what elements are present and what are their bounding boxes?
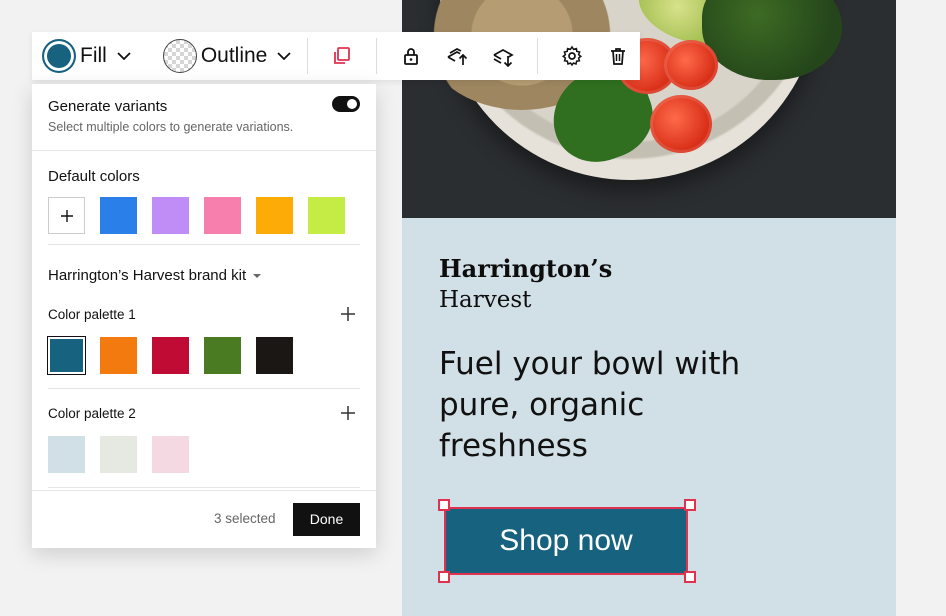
default-color-swatch[interactable] bbox=[204, 197, 241, 234]
plus-icon[interactable] bbox=[338, 304, 358, 324]
plus-icon[interactable] bbox=[338, 403, 358, 423]
generate-variants-title: Generate variants bbox=[48, 98, 168, 115]
palette2-title: Color palette 2 bbox=[48, 406, 136, 421]
duplicate-button[interactable] bbox=[330, 44, 354, 68]
brand-logo-line1: Harrington’s bbox=[439, 254, 613, 283]
palette1-swatch[interactable] bbox=[100, 337, 137, 374]
palette2-swatch[interactable] bbox=[100, 436, 137, 473]
divider bbox=[32, 150, 376, 151]
palette2-row bbox=[48, 436, 189, 473]
lock-button[interactable] bbox=[399, 44, 423, 68]
shop-now-button[interactable]: Shop now bbox=[444, 507, 688, 575]
default-color-swatch[interactable] bbox=[152, 197, 189, 234]
done-button[interactable]: Done bbox=[293, 503, 360, 536]
generate-variants-subtitle: Select multiple colors to generate varia… bbox=[48, 120, 294, 134]
fill-dropdown[interactable]: Fill bbox=[32, 39, 133, 73]
bring-forward-button[interactable] bbox=[445, 44, 469, 68]
palette2-swatch[interactable] bbox=[48, 436, 85, 473]
bring-forward-icon bbox=[447, 48, 468, 65]
brand-kit-title: Harrington’s Harvest brand kit bbox=[48, 267, 247, 284]
divider bbox=[48, 244, 360, 245]
outline-label: Outline bbox=[200, 44, 268, 67]
delete-button[interactable] bbox=[606, 44, 630, 68]
duplicate-icon bbox=[334, 47, 351, 64]
toggle-knob bbox=[347, 99, 357, 109]
brand-logo[interactable]: Harrington’s Harvest bbox=[439, 254, 612, 316]
toolbar-divider bbox=[307, 38, 309, 74]
tomato-image bbox=[664, 40, 718, 90]
send-backward-icon bbox=[493, 49, 515, 67]
panel-footer: 3 selected Done bbox=[32, 490, 376, 548]
palette1-row bbox=[47, 336, 293, 375]
brand-kit-dropdown[interactable]: Harrington’s Harvest brand kit bbox=[48, 267, 262, 284]
resize-handle-top-left[interactable] bbox=[438, 499, 450, 511]
palette1-swatch[interactable] bbox=[152, 337, 189, 374]
toolbar-divider bbox=[376, 38, 378, 74]
generate-variants-toggle[interactable] bbox=[332, 96, 360, 112]
default-color-swatch[interactable] bbox=[256, 197, 293, 234]
divider bbox=[48, 388, 360, 389]
color-picker-panel: Generate variants Select multiple colors… bbox=[32, 84, 376, 548]
outline-dropdown[interactable]: Outline bbox=[133, 39, 294, 73]
divider bbox=[48, 487, 360, 488]
lock-icon bbox=[404, 48, 419, 65]
resize-handle-bottom-left[interactable] bbox=[438, 571, 450, 583]
fill-label: Fill bbox=[80, 44, 107, 67]
default-color-swatch[interactable] bbox=[100, 197, 137, 234]
settings-button[interactable] bbox=[560, 44, 584, 68]
default-colors-row bbox=[48, 197, 345, 234]
element-toolbar: Fill Outline bbox=[32, 32, 640, 80]
caret-down-icon bbox=[253, 273, 262, 278]
chevron-down-icon bbox=[277, 52, 292, 61]
resize-handle-top-right[interactable] bbox=[684, 499, 696, 511]
outline-color-swatch[interactable] bbox=[162, 39, 197, 73]
palette1-swatch[interactable] bbox=[256, 337, 293, 374]
default-color-swatch[interactable] bbox=[308, 197, 345, 234]
palette1-swatch[interactable] bbox=[47, 336, 86, 375]
fill-color-swatch[interactable] bbox=[42, 39, 76, 73]
add-color-button[interactable] bbox=[48, 197, 85, 234]
resize-handle-bottom-right[interactable] bbox=[684, 571, 696, 583]
tomato-image bbox=[650, 95, 712, 153]
toolbar-divider bbox=[537, 38, 539, 74]
headline-text[interactable]: Fuel your bowl with pure, organic freshn… bbox=[439, 344, 779, 467]
design-canvas: Harrington’s Harvest Fuel your bowl with… bbox=[402, 0, 896, 616]
cta-selection[interactable]: Shop now bbox=[438, 499, 696, 583]
palette1-title: Color palette 1 bbox=[48, 307, 136, 322]
trash-icon bbox=[611, 48, 626, 65]
palette1-swatch[interactable] bbox=[204, 337, 241, 374]
selected-count: 3 selected bbox=[214, 511, 276, 526]
brand-logo-line2: Harvest bbox=[439, 287, 532, 313]
send-backward-button[interactable] bbox=[491, 44, 515, 68]
palette2-swatch[interactable] bbox=[152, 436, 189, 473]
gear-icon bbox=[562, 45, 583, 67]
chevron-down-icon bbox=[117, 52, 131, 61]
default-colors-title: Default colors bbox=[48, 168, 140, 185]
plus-icon bbox=[60, 209, 73, 222]
